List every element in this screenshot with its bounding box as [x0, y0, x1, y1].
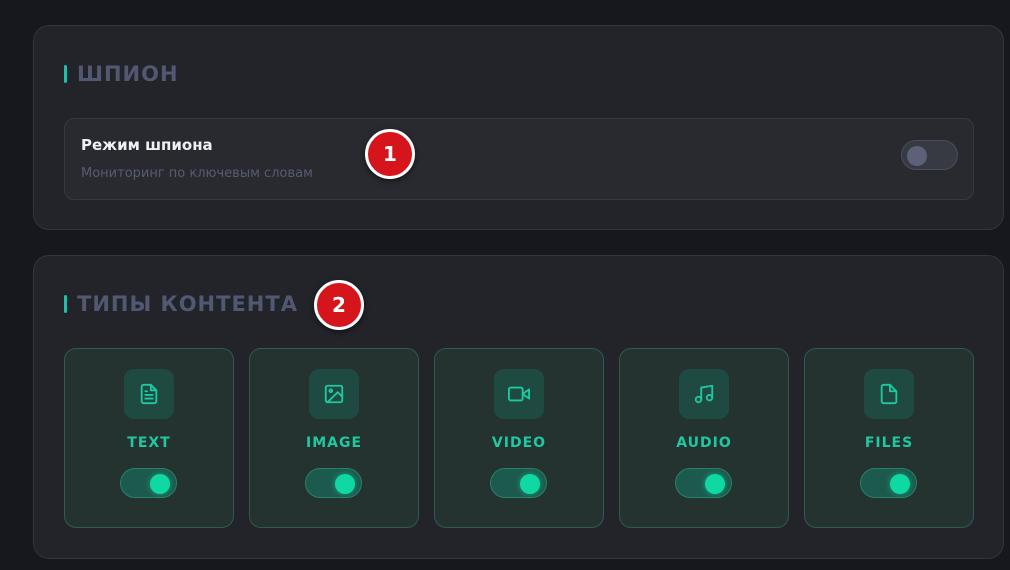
file-text-icon	[124, 369, 174, 419]
toggle-knob	[335, 474, 355, 494]
image-toggle[interactable]	[305, 468, 362, 498]
content-card-label: VIDEO	[491, 435, 547, 451]
content-card-label: AUDIO	[676, 435, 732, 451]
toggle-knob	[705, 474, 725, 494]
content-card-image: IMAGE	[249, 348, 419, 528]
toggle-knob	[520, 474, 540, 494]
video-icon	[494, 369, 544, 419]
text-toggle[interactable]	[120, 468, 177, 498]
content-type-cards: TEXT IMAGE VIDEO AUDIO FILES	[64, 348, 974, 528]
video-toggle[interactable]	[490, 468, 547, 498]
spy-mode-label: Режим шпиона	[81, 136, 213, 154]
spy-section-title-text: ШПИОН	[77, 62, 179, 86]
section-accent-bar	[64, 65, 67, 83]
spy-mode-description: Мониторинг по ключевым словам	[81, 166, 313, 181]
content-card-text: TEXT	[64, 348, 234, 528]
annotation-badge-2: 2	[314, 280, 364, 330]
spy-section-title: ШПИОН	[64, 62, 179, 86]
content-section-title: ТИПЫ КОНТЕНТА	[64, 292, 298, 316]
audio-toggle[interactable]	[675, 468, 732, 498]
spy-panel: ШПИОН Режим шпиона Мониторинг по ключевы…	[33, 25, 1004, 230]
files-toggle[interactable]	[860, 468, 917, 498]
content-card-label: TEXT	[127, 435, 171, 451]
content-section-title-text: ТИПЫ КОНТЕНТА	[77, 292, 298, 316]
toggle-knob	[907, 146, 927, 166]
annotation-badge-1: 1	[365, 129, 415, 179]
content-types-panel: ТИПЫ КОНТЕНТА TEXT IMAGE VIDEO AUDIO FIL…	[33, 255, 1004, 559]
section-accent-bar	[64, 295, 67, 313]
music-icon	[679, 369, 729, 419]
content-card-files: FILES	[804, 348, 974, 528]
spy-mode-toggle[interactable]	[901, 140, 958, 170]
content-card-label: FILES	[864, 435, 914, 451]
content-card-label: IMAGE	[305, 435, 363, 451]
image-icon	[309, 369, 359, 419]
content-card-video: VIDEO	[434, 348, 604, 528]
content-card-audio: AUDIO	[619, 348, 789, 528]
toggle-knob	[150, 474, 170, 494]
spy-mode-setting: Режим шпиона Мониторинг по ключевым слов…	[64, 118, 974, 200]
toggle-knob	[890, 474, 910, 494]
file-icon	[864, 369, 914, 419]
